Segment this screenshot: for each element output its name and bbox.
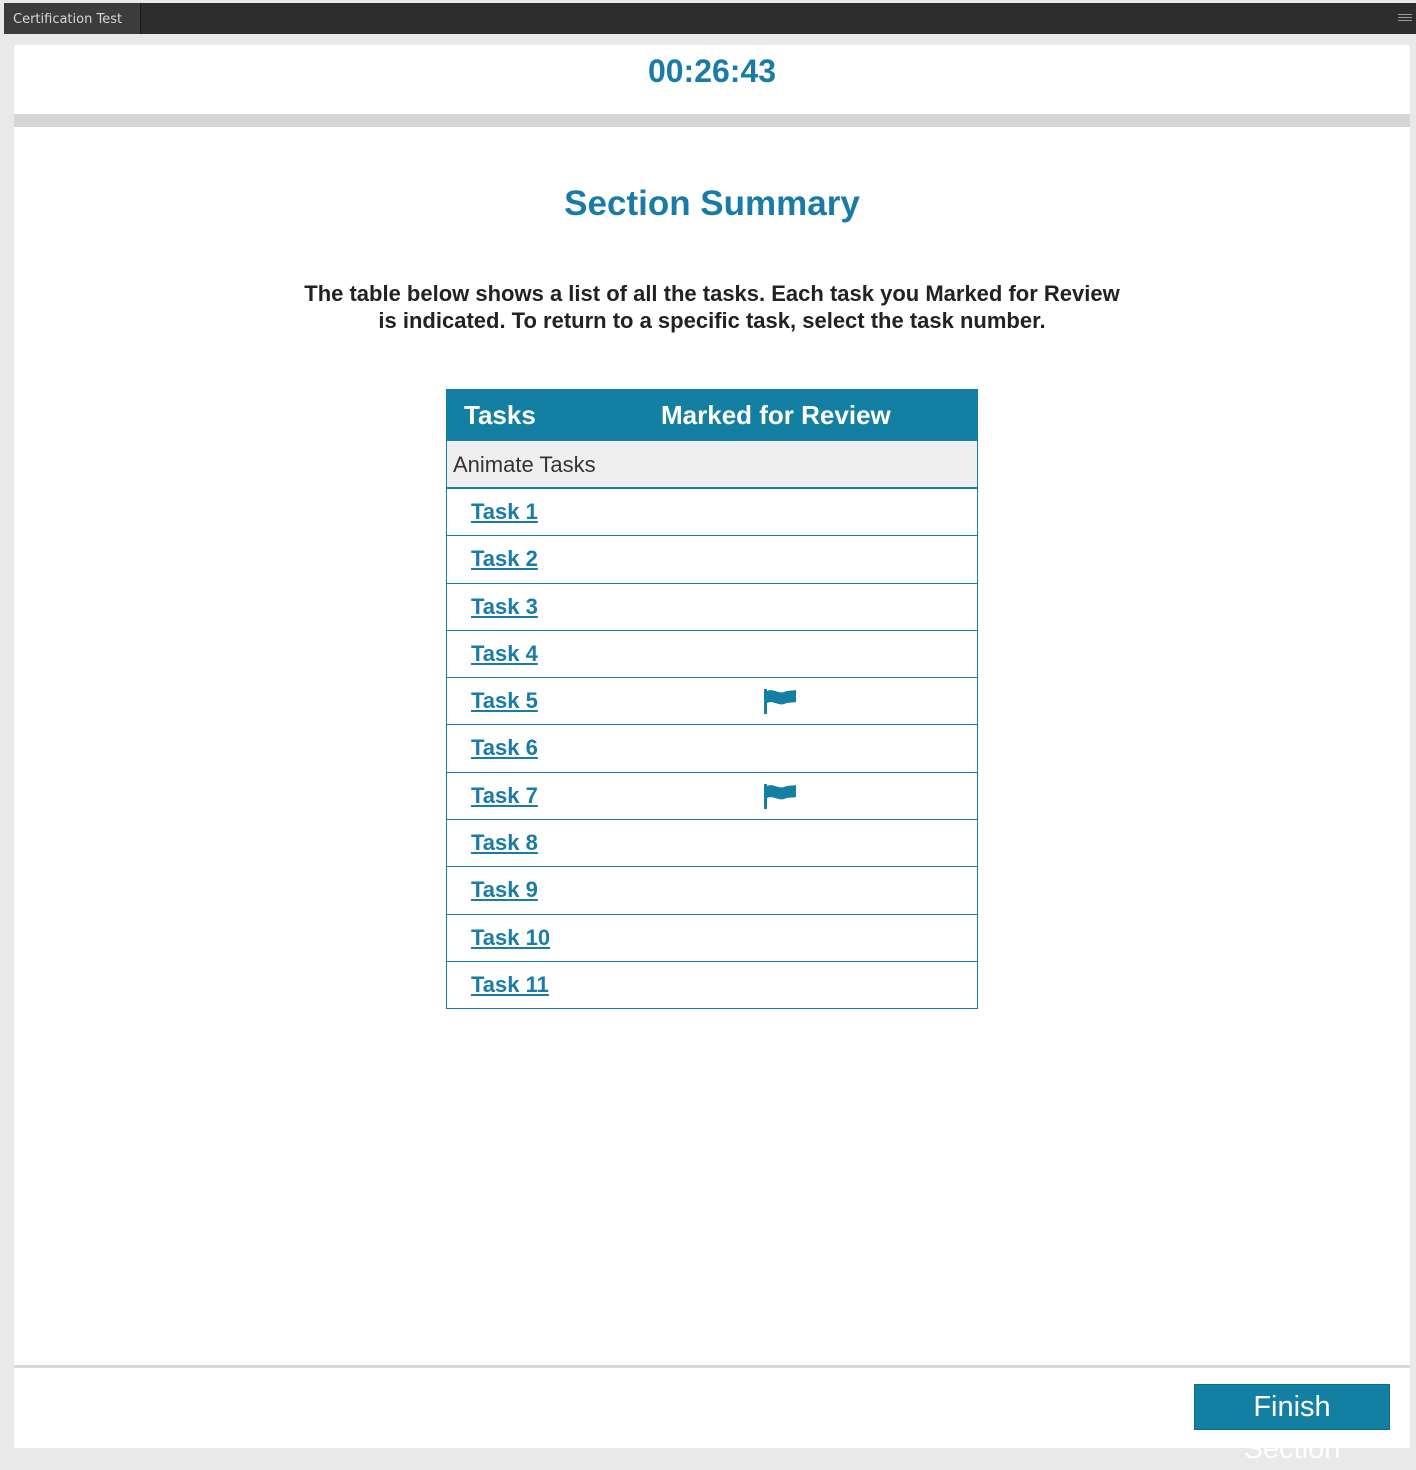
task-rows: Task 1 Task 2 Task 3 Task 4 Task 5 Task 6 Task… — [446, 489, 978, 1010]
task-link[interactable]: Task 5 — [471, 688, 538, 714]
task-link[interactable]: Task 9 — [471, 877, 538, 903]
table-row: Task 8 — [446, 820, 978, 868]
table-row: Task 2 — [446, 536, 978, 584]
task-link[interactable]: Task 3 — [471, 594, 538, 620]
marked-for-review-column-header: Marked for Review — [661, 400, 891, 430]
table-row: Task 3 — [446, 583, 978, 631]
table-row: Task 10 — [446, 914, 978, 962]
table-row: Task 6 — [446, 725, 978, 773]
hamburger-icon[interactable] — [1398, 14, 1412, 25]
finish-section-button[interactable]: Finish Section — [1194, 1384, 1390, 1465]
table-row: Task 11 — [446, 961, 978, 1010]
footer-panel: Finish Section — [14, 1368, 1410, 1465]
task-link[interactable]: Task 1 — [471, 499, 538, 525]
countdown-timer: 00:26:43 — [647, 53, 777, 89]
instructions-text: The table below shows a list of all the … — [304, 281, 1120, 333]
page-title: Section Summary — [564, 184, 860, 223]
progress-bar — [14, 114, 1410, 127]
task-link[interactable]: Task 7 — [471, 783, 538, 809]
task-link[interactable]: Task 4 — [471, 641, 538, 667]
content-panel: Section Summary The table below shows a … — [14, 127, 1410, 1365]
task-group-row: Animate Tasks — [446, 441, 978, 489]
flag-icon — [764, 689, 796, 715]
window-titlebar: Certification Test — [4, 3, 1416, 34]
tasks-column-header: Tasks — [464, 400, 536, 430]
table-row: Task 5 — [446, 678, 978, 726]
task-link[interactable]: Task 8 — [471, 830, 538, 856]
task-link[interactable]: Task 2 — [471, 546, 538, 572]
tasks-table: Tasks Marked for Review Animate Tasks Ta… — [446, 389, 978, 1010]
table-row: Task 9 — [446, 867, 978, 915]
flag-icon — [764, 783, 796, 809]
table-header: Tasks Marked for Review — [446, 389, 978, 441]
task-link[interactable]: Task 6 — [471, 735, 538, 761]
timer-panel: 00:26:43 — [14, 45, 1410, 114]
window-tab[interactable]: Certification Test — [4, 3, 141, 34]
task-link[interactable]: Task 10 — [471, 925, 550, 951]
table-row: Task 1 — [446, 489, 978, 537]
table-row: Task 4 — [446, 630, 978, 679]
task-link[interactable]: Task 11 — [471, 972, 549, 998]
table-row: Task 7 — [446, 772, 978, 821]
